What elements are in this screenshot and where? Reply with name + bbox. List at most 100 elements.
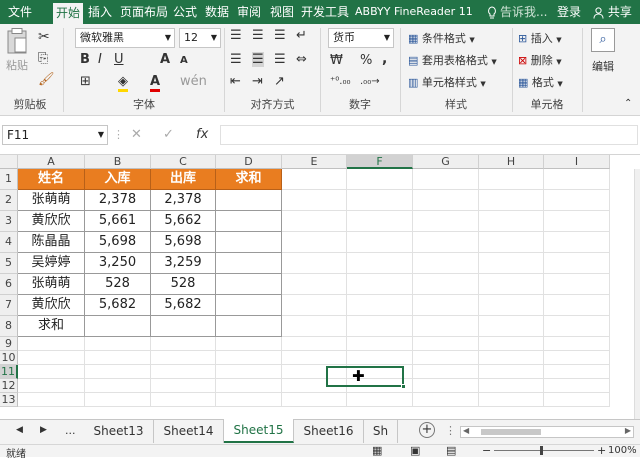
empty-cell[interactable] — [544, 316, 610, 337]
table-header-cell[interactable]: 求和 — [216, 169, 282, 190]
number-format-box[interactable]: 货币 ▼ — [328, 28, 394, 48]
empty-cell[interactable] — [544, 232, 610, 253]
empty-cell[interactable] — [479, 232, 544, 253]
zoom-slider-thumb[interactable] — [540, 446, 543, 455]
decrease-decimal-icon[interactable]: .₀₀→ — [360, 76, 380, 87]
empty-cell[interactable] — [347, 232, 413, 253]
percent-button[interactable]: % — [360, 53, 372, 68]
empty-cell[interactable] — [347, 351, 413, 365]
empty-cell[interactable] — [413, 232, 479, 253]
empty-cell[interactable] — [413, 190, 479, 211]
insert-cells-button[interactable]: ⊞ 插入 ▼ — [518, 30, 562, 46]
sign-in-link[interactable]: 登录 — [557, 0, 581, 24]
empty-cell[interactable] — [347, 337, 413, 351]
empty-cell[interactable] — [413, 365, 479, 379]
row-header[interactable]: 13 — [0, 393, 18, 407]
column-header[interactable]: I — [544, 155, 610, 169]
empty-cell[interactable] — [151, 379, 216, 393]
table-cell[interactable]: 5,661 — [85, 211, 151, 232]
empty-cell[interactable] — [413, 211, 479, 232]
more-sheets-left[interactable]: ... — [65, 424, 76, 437]
formula-input[interactable] — [220, 125, 638, 145]
comma-button[interactable]: , — [382, 51, 387, 67]
row-header[interactable]: 8 — [0, 316, 18, 337]
merge-cells-icon[interactable]: ⇔ — [296, 52, 307, 67]
scrollbar-thumb[interactable] — [481, 429, 541, 435]
empty-cell[interactable] — [479, 379, 544, 393]
empty-cell[interactable] — [216, 393, 282, 407]
name-box[interactable]: F11 ▼ — [2, 125, 108, 145]
table-cell[interactable]: 528 — [151, 274, 216, 295]
copy-icon[interactable]: ⎘ — [38, 51, 48, 66]
add-sheet-button[interactable]: + — [419, 422, 435, 438]
tab-insert[interactable]: 插入 — [88, 0, 112, 24]
column-header[interactable]: H — [479, 155, 544, 169]
table-cell[interactable]: 3,250 — [85, 253, 151, 274]
empty-cell[interactable] — [544, 253, 610, 274]
table-cell[interactable] — [216, 232, 282, 253]
align-top-icon[interactable]: ☰ — [230, 28, 242, 43]
empty-cell[interactable] — [18, 365, 85, 379]
tab-review[interactable]: 审阅 — [237, 0, 261, 24]
row-header[interactable]: 6 — [0, 274, 18, 295]
empty-cell[interactable] — [18, 393, 85, 407]
table-cell[interactable]: 2,378 — [85, 190, 151, 211]
empty-cell[interactable] — [216, 365, 282, 379]
empty-cell[interactable] — [216, 337, 282, 351]
empty-cell[interactable] — [413, 274, 479, 295]
empty-cell[interactable] — [18, 379, 85, 393]
conditional-formatting-button[interactable]: ▦ 条件格式 ▼ — [408, 30, 475, 46]
format-as-table-button[interactable]: ▤ 套用表格格式 ▼ — [408, 52, 497, 68]
normal-view-icon[interactable]: ▦ — [372, 444, 382, 457]
sheet-tab[interactable]: Sheet15 — [224, 419, 294, 443]
font-name-box[interactable]: 微软雅黑 ▼ — [75, 28, 175, 48]
align-right-icon[interactable]: ☰ — [274, 52, 286, 67]
row-header[interactable]: 7 — [0, 295, 18, 316]
empty-cell[interactable] — [282, 351, 347, 365]
table-cell[interactable]: 张萌萌 — [18, 274, 85, 295]
empty-cell[interactable] — [479, 295, 544, 316]
scroll-right-icon[interactable]: ▶ — [40, 425, 47, 435]
empty-cell[interactable] — [544, 295, 610, 316]
align-left-icon[interactable]: ☰ — [230, 52, 242, 67]
row-header[interactable]: 2 — [0, 190, 18, 211]
empty-cell[interactable] — [413, 379, 479, 393]
empty-cell[interactable] — [479, 351, 544, 365]
table-cell[interactable]: 黄欣欣 — [18, 211, 85, 232]
empty-cell[interactable] — [282, 393, 347, 407]
table-cell[interactable]: 528 — [85, 274, 151, 295]
empty-cell[interactable] — [347, 253, 413, 274]
align-bottom-icon[interactable]: ☰ — [274, 28, 286, 43]
shrink-font-button[interactable]: A — [180, 55, 188, 66]
table-cell[interactable]: 5,682 — [151, 295, 216, 316]
table-cell[interactable]: 陈晶晶 — [18, 232, 85, 253]
currency-button[interactable]: ₩ — [330, 53, 343, 68]
page-break-view-icon[interactable]: ▤ — [446, 444, 456, 457]
table-cell[interactable]: 3,259 — [151, 253, 216, 274]
empty-cell[interactable] — [544, 365, 610, 379]
empty-cell[interactable] — [479, 211, 544, 232]
table-cell[interactable]: 5,698 — [151, 232, 216, 253]
empty-cell[interactable] — [347, 190, 413, 211]
empty-cell[interactable] — [479, 337, 544, 351]
empty-cell[interactable] — [18, 337, 85, 351]
column-header[interactable]: A — [18, 155, 85, 169]
empty-cell[interactable] — [479, 169, 544, 190]
empty-cell[interactable] — [544, 169, 610, 190]
fill-handle[interactable] — [401, 384, 406, 389]
tab-page-layout[interactable]: 页面布局 — [120, 0, 168, 24]
worksheet-grid[interactable]: ABCDEFGHI 1 2 3 4 5 6 7 8 9 10 11 12 13 姓名 入库 出库 求和 张萌萌 2… — [0, 155, 640, 419]
empty-cell[interactable] — [216, 351, 282, 365]
table-cell[interactable] — [216, 211, 282, 232]
empty-cell[interactable] — [413, 169, 479, 190]
sheet-tab[interactable]: Sheet16 — [294, 420, 364, 443]
share-button[interactable]: 共享 — [593, 0, 632, 24]
tab-developer[interactable]: 开发工具 — [301, 0, 349, 24]
tab-file[interactable]: 文件 — [8, 0, 32, 24]
select-all-corner[interactable] — [0, 155, 18, 169]
tab-formulas[interactable]: 公式 — [173, 0, 197, 24]
row-header[interactable]: 5 — [0, 253, 18, 274]
table-cell[interactable] — [85, 316, 151, 337]
sheet-tab[interactable]: Sheet14 — [154, 420, 224, 443]
font-color-button[interactable]: A — [150, 74, 161, 92]
